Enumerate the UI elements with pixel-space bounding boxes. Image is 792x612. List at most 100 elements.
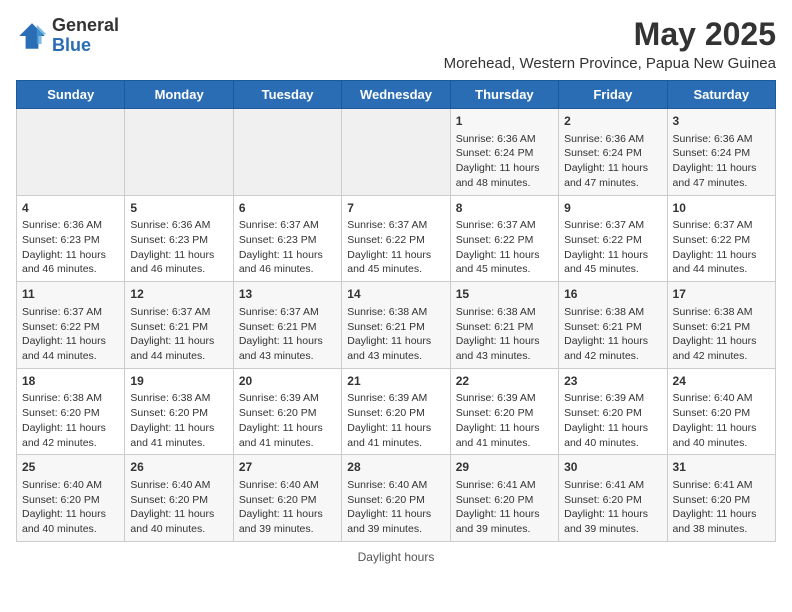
day-number: 30 — [564, 459, 661, 476]
calendar-week-row: 4Sunrise: 6:36 AM Sunset: 6:23 PM Daylig… — [17, 195, 776, 282]
calendar-header-row: SundayMondayTuesdayWednesdayThursdayFrid… — [17, 81, 776, 109]
calendar-cell — [233, 109, 341, 196]
day-number: 20 — [239, 373, 336, 390]
day-info: Sunrise: 6:39 AM Sunset: 6:20 PM Dayligh… — [564, 391, 661, 450]
day-info: Sunrise: 6:38 AM Sunset: 6:20 PM Dayligh… — [22, 391, 119, 450]
day-number: 16 — [564, 286, 661, 303]
day-info: Sunrise: 6:38 AM Sunset: 6:21 PM Dayligh… — [673, 305, 770, 364]
day-number: 10 — [673, 200, 770, 217]
col-header-monday: Monday — [125, 81, 233, 109]
col-header-wednesday: Wednesday — [342, 81, 450, 109]
calendar-cell: 6Sunrise: 6:37 AM Sunset: 6:23 PM Daylig… — [233, 195, 341, 282]
day-number: 29 — [456, 459, 553, 476]
calendar-week-row: 11Sunrise: 6:37 AM Sunset: 6:22 PM Dayli… — [17, 282, 776, 369]
day-number: 3 — [673, 113, 770, 130]
day-number: 31 — [673, 459, 770, 476]
day-number: 2 — [564, 113, 661, 130]
calendar-cell: 15Sunrise: 6:38 AM Sunset: 6:21 PM Dayli… — [450, 282, 558, 369]
logo-icon — [16, 20, 48, 52]
calendar-cell: 29Sunrise: 6:41 AM Sunset: 6:20 PM Dayli… — [450, 455, 558, 542]
logo-text: General Blue — [52, 16, 119, 56]
day-number: 7 — [347, 200, 444, 217]
day-info: Sunrise: 6:39 AM Sunset: 6:20 PM Dayligh… — [456, 391, 553, 450]
col-header-saturday: Saturday — [667, 81, 775, 109]
calendar-cell: 4Sunrise: 6:36 AM Sunset: 6:23 PM Daylig… — [17, 195, 125, 282]
day-number: 8 — [456, 200, 553, 217]
calendar-cell: 1 Sunrise: 6:36 AM Sunset: 6:24 PM Daylig… — [450, 109, 558, 196]
logo-blue: Blue — [52, 36, 119, 56]
calendar-cell: 23Sunrise: 6:39 AM Sunset: 6:20 PM Dayli… — [559, 368, 667, 455]
calendar-cell: 14 Sunrise: 6:38 AM Sunset: 6:21 PM Dayli… — [342, 282, 450, 369]
day-number: 23 — [564, 373, 661, 390]
calendar-cell: 28Sunrise: 6:40 AM Sunset: 6:20 PM Dayli… — [342, 455, 450, 542]
calendar-week-row: 1 Sunrise: 6:36 AM Sunset: 6:24 PM Daylig… — [17, 109, 776, 196]
calendar-cell: 30 Sunrise: 6:41 AM Sunset: 6:20 PM Dayli… — [559, 455, 667, 542]
day-info: Sunrise: 6:37 AM Sunset: 6:21 PM Dayligh… — [239, 305, 336, 364]
location: Morehead, Western Province, Papua New Gu… — [444, 55, 776, 72]
day-number: 9 — [564, 200, 661, 217]
col-header-tuesday: Tuesday — [233, 81, 341, 109]
day-info: Sunrise: 6:36 AM Sunset: 6:24 PM Dayligh… — [456, 132, 553, 191]
day-info: Sunrise: 6:41 AM Sunset: 6:20 PM Dayligh… — [564, 478, 661, 537]
day-info: Sunrise: 6:37 AM Sunset: 6:22 PM Dayligh… — [456, 218, 553, 277]
col-header-thursday: Thursday — [450, 81, 558, 109]
day-info: Sunrise: 6:37 AM Sunset: 6:22 PM Dayligh… — [347, 218, 444, 277]
page-header: General Blue May 2025 Morehead, Western … — [16, 16, 776, 72]
day-number: 18 — [22, 373, 119, 390]
day-number: 6 — [239, 200, 336, 217]
calendar-cell: 24Sunrise: 6:40 AM Sunset: 6:20 PM Dayli… — [667, 368, 775, 455]
day-info: Sunrise: 6:38 AM Sunset: 6:21 PM Dayligh… — [347, 305, 444, 364]
calendar-cell: 5Sunrise: 6:36 AM Sunset: 6:23 PM Daylig… — [125, 195, 233, 282]
calendar-cell: 8Sunrise: 6:37 AM Sunset: 6:22 PM Daylig… — [450, 195, 558, 282]
day-number: 27 — [239, 459, 336, 476]
day-number: 14 — [347, 286, 444, 303]
day-number: 24 — [673, 373, 770, 390]
day-number: 21 — [347, 373, 444, 390]
calendar-cell: 16 Sunrise: 6:38 AM Sunset: 6:21 PM Dayli… — [559, 282, 667, 369]
day-info: Sunrise: 6:38 AM Sunset: 6:21 PM Dayligh… — [564, 305, 661, 364]
title-area: May 2025 Morehead, Western Province, Pap… — [444, 16, 776, 72]
calendar-cell: 2Sunrise: 6:36 AM Sunset: 6:24 PM Daylig… — [559, 109, 667, 196]
calendar-cell: 7Sunrise: 6:37 AM Sunset: 6:22 PM Daylig… — [342, 195, 450, 282]
calendar-week-row: 18Sunrise: 6:38 AM Sunset: 6:20 PM Dayli… — [17, 368, 776, 455]
day-info: Sunrise: 6:36 AM Sunset: 6:23 PM Dayligh… — [22, 218, 119, 277]
day-info: Sunrise: 6:37 AM Sunset: 6:22 PM Dayligh… — [564, 218, 661, 277]
footer-note: Daylight hours — [16, 550, 776, 564]
calendar-cell — [17, 109, 125, 196]
day-number: 13 — [239, 286, 336, 303]
day-number: 19 — [130, 373, 227, 390]
day-info: Sunrise: 6:39 AM Sunset: 6:20 PM Dayligh… — [239, 391, 336, 450]
day-info: Sunrise: 6:41 AM Sunset: 6:20 PM Dayligh… — [673, 478, 770, 537]
calendar-cell: 9Sunrise: 6:37 AM Sunset: 6:22 PM Daylig… — [559, 195, 667, 282]
calendar-cell: 25 Sunrise: 6:40 AM Sunset: 6:20 PM Dayli… — [17, 455, 125, 542]
month-year: May 2025 — [444, 16, 776, 53]
day-info: Sunrise: 6:36 AM Sunset: 6:23 PM Dayligh… — [130, 218, 227, 277]
day-number: 22 — [456, 373, 553, 390]
calendar-cell: 26Sunrise: 6:40 AM Sunset: 6:20 PM Dayli… — [125, 455, 233, 542]
logo: General Blue — [16, 16, 119, 56]
calendar-cell — [342, 109, 450, 196]
day-number: 25 — [22, 459, 119, 476]
calendar-cell: 19Sunrise: 6:38 AM Sunset: 6:20 PM Dayli… — [125, 368, 233, 455]
calendar-cell: 12Sunrise: 6:37 AM Sunset: 6:21 PM Dayli… — [125, 282, 233, 369]
col-header-sunday: Sunday — [17, 81, 125, 109]
calendar-week-row: 25 Sunrise: 6:40 AM Sunset: 6:20 PM Dayli… — [17, 455, 776, 542]
calendar-cell: 20Sunrise: 6:39 AM Sunset: 6:20 PM Dayli… — [233, 368, 341, 455]
day-info: Sunrise: 6:36 AM Sunset: 6:24 PM Dayligh… — [673, 132, 770, 191]
day-info: Sunrise: 6:40 AM Sunset: 6:20 PM Dayligh… — [22, 478, 119, 537]
logo-general: General — [52, 16, 119, 36]
day-number: 1 — [456, 113, 553, 130]
day-info: Sunrise: 6:37 AM Sunset: 6:22 PM Dayligh… — [673, 218, 770, 277]
day-info: Sunrise: 6:37 AM Sunset: 6:22 PM Dayligh… — [22, 305, 119, 364]
day-number: 17 — [673, 286, 770, 303]
col-header-friday: Friday — [559, 81, 667, 109]
daylight-label: Daylight hours — [358, 550, 435, 564]
day-info: Sunrise: 6:40 AM Sunset: 6:20 PM Dayligh… — [347, 478, 444, 537]
day-info: Sunrise: 6:40 AM Sunset: 6:20 PM Dayligh… — [673, 391, 770, 450]
day-info: Sunrise: 6:37 AM Sunset: 6:23 PM Dayligh… — [239, 218, 336, 277]
calendar-cell: 22Sunrise: 6:39 AM Sunset: 6:20 PM Dayli… — [450, 368, 558, 455]
day-info: Sunrise: 6:38 AM Sunset: 6:21 PM Dayligh… — [456, 305, 553, 364]
calendar-cell — [125, 109, 233, 196]
day-info: Sunrise: 6:39 AM Sunset: 6:20 PM Dayligh… — [347, 391, 444, 450]
day-number: 12 — [130, 286, 227, 303]
